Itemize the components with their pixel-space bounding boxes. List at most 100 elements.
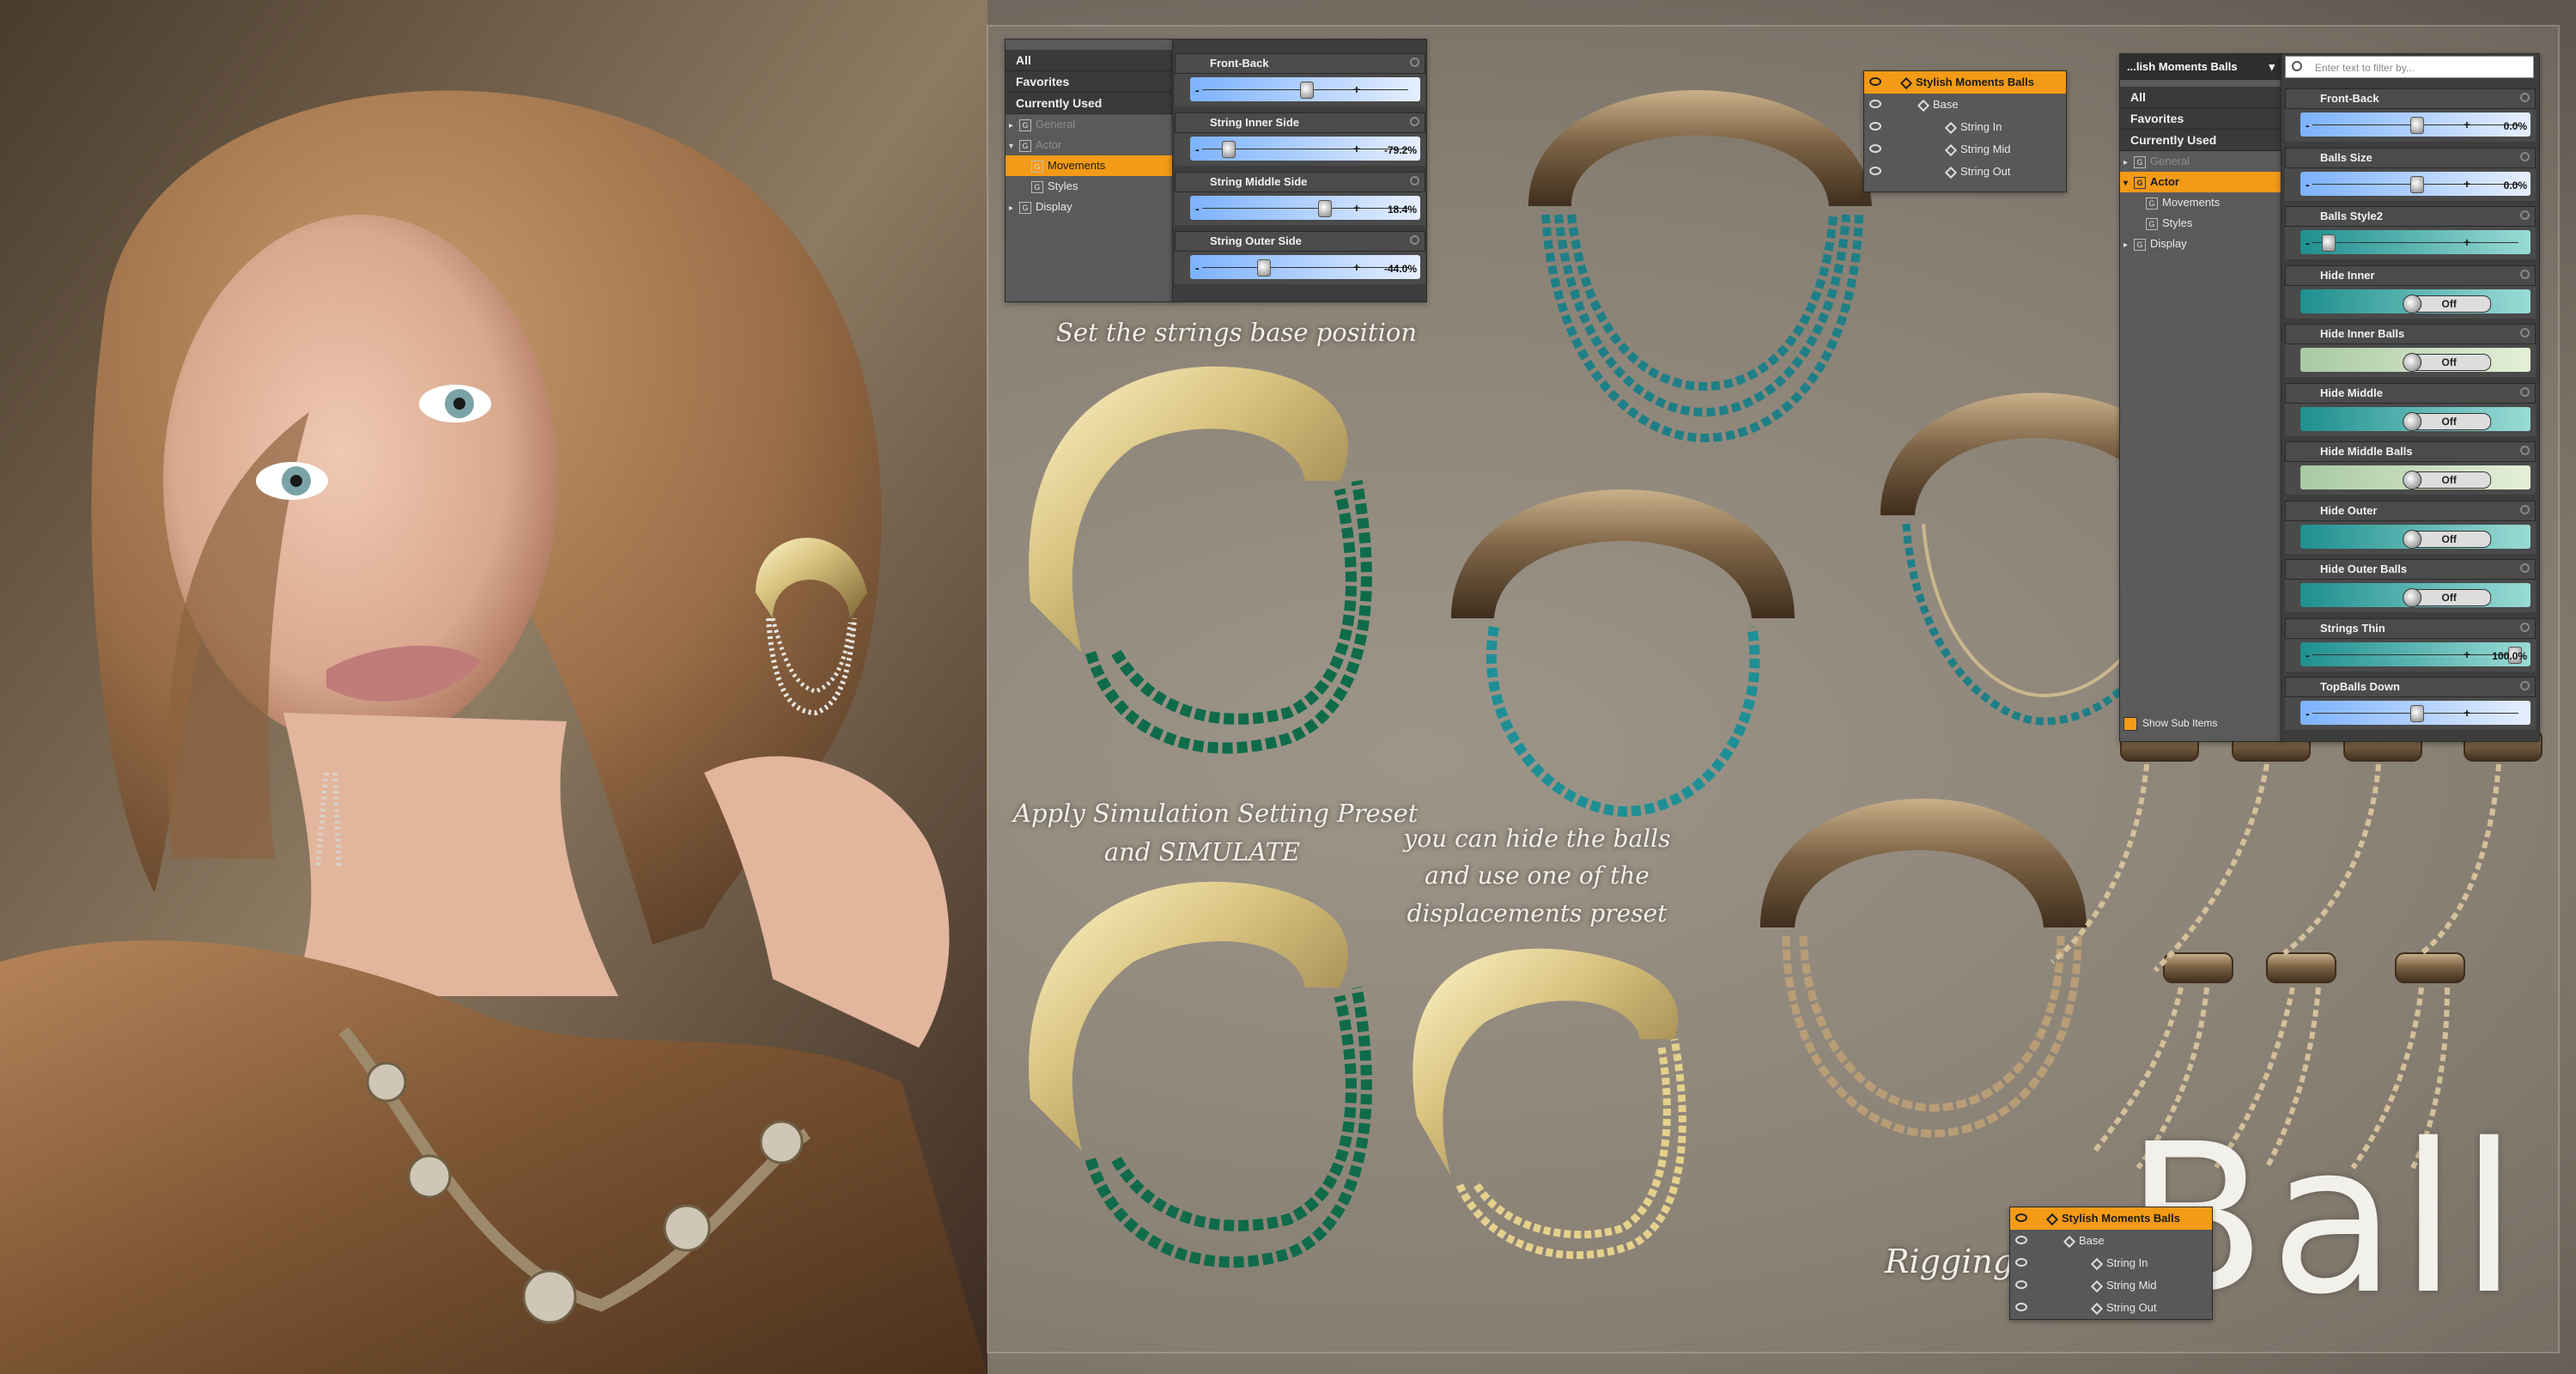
tree-item-styles[interactable]: G Styles (1005, 176, 1173, 197)
slider-value[interactable]: -79.2% (1384, 144, 1417, 156)
scene-node-root[interactable]: Stylish Moments Balls (1864, 71, 2066, 94)
minus-icon[interactable]: - (1195, 261, 1200, 275)
parameter-slider[interactable]: Hide Inner Balls Off (2285, 324, 2536, 377)
category-all[interactable]: All (1005, 50, 1173, 71)
slider-body[interactable]: Off (2285, 580, 2536, 612)
slider-body[interactable]: - +0.0% (2285, 167, 2536, 201)
slider-track[interactable]: - + (2300, 230, 2530, 254)
slider-track[interactable]: - + (1190, 77, 1420, 101)
expand-arrow-icon[interactable]: ▸ (1009, 198, 1019, 219)
visibility-eye-icon[interactable] (2015, 1213, 2027, 1222)
minus-icon[interactable]: - (1195, 143, 1200, 156)
filter-input[interactable]: Enter text to filter by... (2285, 56, 2534, 78)
gear-icon[interactable] (2520, 328, 2530, 337)
toggle-switch[interactable]: Off (2403, 471, 2492, 489)
gear-icon[interactable] (2520, 504, 2530, 514)
toggle-switch[interactable]: Off (2403, 353, 2492, 372)
visibility-eye-icon[interactable] (1869, 122, 1881, 131)
slider-value[interactable]: 100.0% (2492, 650, 2527, 662)
tree-item-general[interactable]: ▸ G General (1005, 114, 1173, 135)
parameter-slider[interactable]: Hide Outer Balls Off (2285, 559, 2536, 612)
slider-track[interactable]: - + (2300, 701, 2530, 725)
visibility-eye-icon[interactable] (1869, 167, 1881, 175)
slider-track[interactable]: - +18.4% (1190, 196, 1420, 220)
slider-track[interactable]: - +0.0% (2300, 171, 2530, 196)
dropdown-arrow-icon[interactable]: ▾ (2269, 54, 2275, 80)
tree-item-movements[interactable]: G Movements (1005, 155, 1173, 176)
gear-icon[interactable] (2520, 151, 2530, 161)
category-currently-used[interactable]: Currently Used (1005, 93, 1173, 114)
slider-knob[interactable] (2410, 175, 2424, 193)
collapse-arrow-icon[interactable]: ▾ (1009, 137, 1019, 157)
slider-track[interactable]: Off (2300, 583, 2530, 607)
category-currently-used[interactable]: Currently Used (2120, 130, 2281, 151)
gear-icon[interactable] (2520, 386, 2530, 397)
slider-body[interactable]: - + -79.2% (1175, 133, 1425, 166)
slider-body[interactable]: - +100.0% (2285, 638, 2536, 672)
visibility-eye-icon[interactable] (1869, 144, 1881, 153)
tree-item-actor[interactable]: ▾ G Actor (2120, 172, 2281, 192)
slider-knob[interactable] (1256, 259, 1271, 277)
slider-knob[interactable] (1317, 200, 1332, 217)
slider-track[interactable]: Off (2300, 465, 2530, 489)
parameter-slider[interactable]: TopBalls Down - + (2285, 677, 2536, 730)
toggle-switch[interactable]: Off (2403, 529, 2492, 549)
gear-icon[interactable] (1410, 117, 1419, 126)
gear-icon[interactable] (2520, 681, 2530, 690)
toggle-knob[interactable] (2403, 471, 2422, 489)
parameter-slider[interactable]: Hide Inner Off (2285, 264, 2536, 319)
parameter-slider[interactable]: String Inner Side - + -79.2% (1175, 112, 1425, 166)
slider-body[interactable]: - +18.4% (1175, 192, 1425, 225)
slider-body[interactable]: - +0.0% (2285, 109, 2536, 142)
visibility-eye-icon[interactable] (2015, 1236, 2027, 1244)
slider-body[interactable]: Off (2285, 344, 2536, 377)
slider-value[interactable]: 18.4% (1388, 204, 1417, 216)
parameter-slider[interactable]: Strings Thin - +100.0% (2285, 617, 2536, 672)
plus-icon[interactable]: + (1353, 201, 1360, 215)
scene-node[interactable]: Base (2010, 1230, 2212, 1252)
visibility-eye-icon[interactable] (2015, 1303, 2027, 1311)
parameter-slider[interactable]: String Outer Side - + -44.0% (1175, 231, 1425, 284)
plus-icon[interactable]: + (2464, 706, 2470, 720)
slider-knob[interactable] (1221, 141, 1236, 158)
expand-arrow-icon[interactable]: ▸ (2123, 235, 2134, 256)
gear-icon[interactable] (2520, 446, 2530, 455)
slider-body[interactable]: - + (2285, 697, 2536, 730)
scene-node[interactable]: String In (1864, 116, 2066, 138)
slider-body[interactable]: Off (2285, 520, 2536, 554)
plus-icon[interactable]: + (1353, 260, 1360, 274)
toggle-knob[interactable] (2403, 529, 2422, 549)
visibility-eye-icon[interactable] (2015, 1258, 2027, 1267)
visibility-eye-icon[interactable] (2015, 1280, 2027, 1289)
gear-icon[interactable] (2520, 622, 2530, 632)
slider-knob[interactable] (2410, 705, 2424, 722)
minus-icon[interactable]: - (2306, 119, 2310, 132)
gear-icon[interactable] (2520, 93, 2530, 102)
tree-item-display[interactable]: ▸ G Display (2120, 234, 2281, 254)
slider-body[interactable]: - + (1175, 74, 1425, 106)
parameter-slider[interactable]: Hide Middle Off (2285, 382, 2536, 436)
parameter-slider[interactable]: Front-Back - +0.0% (2285, 88, 2536, 142)
slider-track[interactable]: - + -79.2% (1190, 137, 1420, 161)
toggle-knob[interactable] (2403, 588, 2422, 607)
toggle-knob[interactable] (2403, 411, 2422, 431)
parameter-slider[interactable]: Hide Middle Balls Off (2285, 441, 2536, 495)
slider-knob[interactable] (2322, 234, 2336, 252)
gear-icon[interactable] (1410, 176, 1419, 185)
expand-arrow-icon[interactable]: ▸ (1009, 116, 1019, 137)
plus-icon[interactable]: + (2464, 235, 2470, 249)
minus-icon[interactable]: - (2306, 707, 2310, 720)
toggle-knob[interactable] (2403, 353, 2422, 372)
plus-icon[interactable]: + (1353, 142, 1360, 155)
scene-node[interactable]: String Mid (1864, 138, 2066, 161)
slider-value[interactable]: -44.0% (1384, 263, 1417, 275)
gear-icon[interactable] (1410, 235, 1419, 245)
gear-icon[interactable] (2520, 563, 2530, 573)
collapse-arrow-icon[interactable]: ▾ (2123, 173, 2134, 194)
toggle-knob[interactable] (2403, 294, 2422, 313)
toggle-switch[interactable]: Off (2403, 294, 2492, 313)
minus-icon[interactable]: - (2306, 648, 2310, 662)
category-favorites[interactable]: Favorites (1005, 71, 1173, 93)
gear-icon[interactable] (2520, 210, 2530, 220)
scene-node[interactable]: Base (1864, 94, 2066, 116)
